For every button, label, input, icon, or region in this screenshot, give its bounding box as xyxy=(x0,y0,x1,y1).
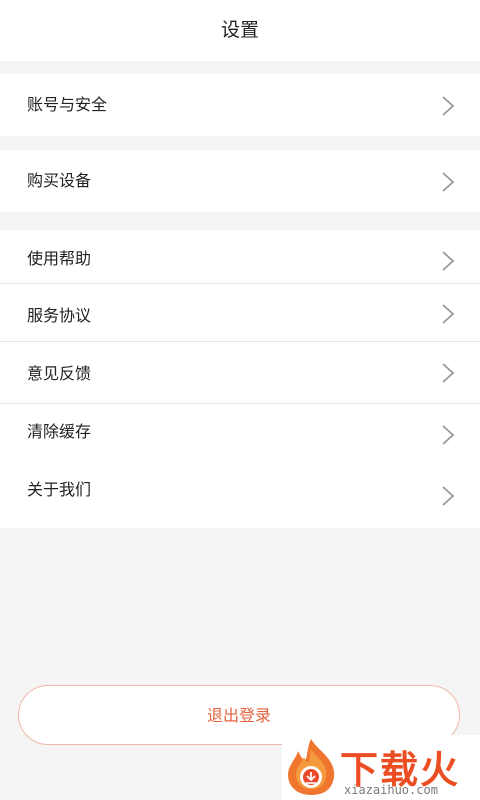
chevron-right-icon xyxy=(442,304,455,324)
settings-group-general: 使用帮助 服务协议 意见反馈 清除缓存 关于我们 xyxy=(0,230,480,528)
chevron-right-icon xyxy=(442,425,455,445)
settings-item-clear-cache[interactable]: 清除缓存 xyxy=(0,403,480,461)
page-title: 设置 xyxy=(220,19,259,41)
settings-item-label: 使用帮助 xyxy=(27,249,92,268)
watermark: 下载火 xiazaihuo.com xyxy=(282,735,480,800)
settings-item-label: 清除缓存 xyxy=(27,422,92,441)
settings-item-help[interactable]: 使用帮助 xyxy=(0,230,480,288)
settings-item-label: 关于我们 xyxy=(27,480,92,499)
chevron-right-icon xyxy=(442,172,455,192)
settings-item-buy-device[interactable]: 购买设备 xyxy=(0,152,480,210)
chevron-right-icon xyxy=(442,251,455,271)
settings-item-label: 购买设备 xyxy=(27,171,92,190)
row-divider xyxy=(0,341,480,342)
settings-item-label: 意见反馈 xyxy=(27,364,92,383)
settings-item-service-agreement[interactable]: 服务协议 xyxy=(0,287,480,345)
page-header: 设置 xyxy=(0,0,480,61)
settings-group-purchase: 购买设备 xyxy=(0,150,480,212)
settings-item-label: 账号与安全 xyxy=(27,95,108,114)
chevron-right-icon xyxy=(442,96,455,116)
row-divider xyxy=(0,283,480,284)
watermark-url: xiazaihuo.com xyxy=(344,783,438,797)
chevron-right-icon xyxy=(442,486,455,506)
settings-item-about-us[interactable]: 关于我们 xyxy=(0,461,480,519)
settings-group-account: 账号与安全 xyxy=(0,74,480,136)
chevron-right-icon xyxy=(442,363,455,383)
settings-item-feedback[interactable]: 意见反馈 xyxy=(0,345,480,403)
settings-item-label: 服务协议 xyxy=(27,306,92,325)
flame-logo-icon xyxy=(288,739,335,795)
settings-item-account-security[interactable]: 账号与安全 xyxy=(0,76,480,134)
